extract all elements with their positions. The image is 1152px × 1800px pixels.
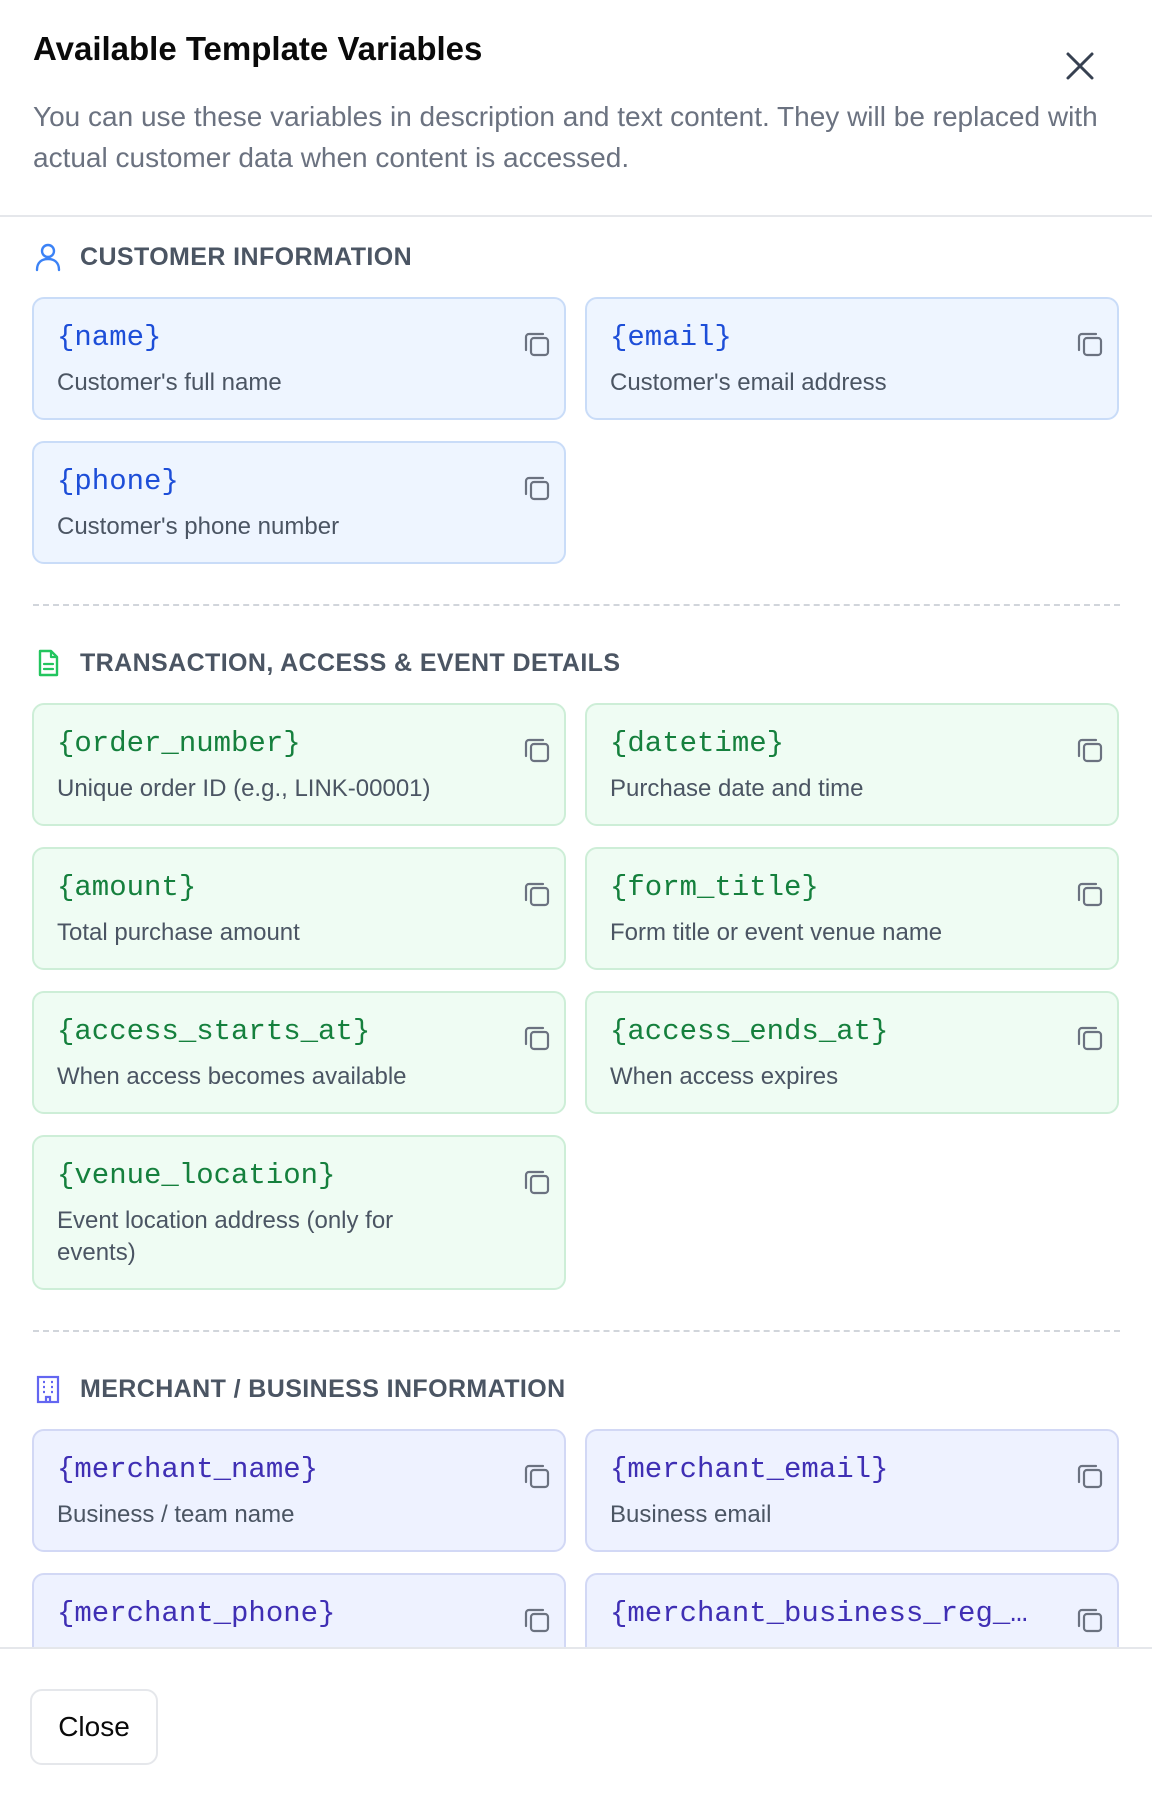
variable-description: Business email xyxy=(610,1501,772,1528)
dialog-title: Available Template Variables xyxy=(33,30,483,67)
user-icon xyxy=(33,242,63,272)
copy-icon[interactable] xyxy=(1075,1605,1105,1635)
copy-icon[interactable] xyxy=(1075,1023,1105,1053)
document-icon xyxy=(33,648,63,678)
variable-description: Customer's email address xyxy=(610,369,887,396)
variable-card[interactable]: {merchant_business_reg_n... xyxy=(585,1573,1119,1647)
variable-token: {order_number} xyxy=(57,727,301,760)
copy-icon[interactable] xyxy=(522,1461,552,1491)
copy-icon[interactable] xyxy=(1075,735,1105,765)
section-divider xyxy=(33,1330,1120,1332)
section-header-merchant: MERCHANT / BUSINESS INFORMATION xyxy=(33,1369,566,1409)
close-icon[interactable] xyxy=(1058,44,1102,88)
copy-icon[interactable] xyxy=(522,473,552,503)
copy-icon[interactable] xyxy=(1075,1461,1105,1491)
variable-description: When access becomes available xyxy=(57,1063,407,1090)
variable-description: When access expires xyxy=(610,1063,839,1090)
variable-token: {email} xyxy=(610,321,732,354)
section-divider xyxy=(33,604,1120,606)
variable-card[interactable]: {form_title} Form title or event venue n… xyxy=(585,847,1119,970)
variable-card[interactable]: {phone} Customer's phone number xyxy=(32,441,566,564)
variable-card[interactable]: {amount} Total purchase amount xyxy=(32,847,566,970)
dialog-subtitle: You can use these variables in descripti… xyxy=(33,101,1098,173)
variable-card[interactable]: {email} Customer's email address xyxy=(585,297,1119,420)
copy-icon[interactable] xyxy=(522,329,552,359)
variable-description: Event location address (only for events) xyxy=(57,1207,394,1266)
variable-description: Form title or event venue name xyxy=(610,919,943,946)
copy-icon[interactable] xyxy=(522,1167,552,1197)
variable-card[interactable]: {merchant_email} Business email xyxy=(585,1429,1119,1552)
variable-description: Business / team name xyxy=(57,1501,295,1528)
copy-icon[interactable] xyxy=(1075,879,1105,909)
section-title: TRANSACTION, ACCESS & EVENT DETAILS xyxy=(80,648,621,677)
variable-card[interactable]: {merchant_name} Business / team name xyxy=(32,1429,566,1552)
variable-token: {venue_location} xyxy=(57,1159,336,1192)
copy-icon[interactable] xyxy=(1075,329,1105,359)
variable-card[interactable]: {order_number} Unique order ID (e.g., LI… xyxy=(32,703,566,826)
building-icon xyxy=(33,1374,63,1404)
variable-description: Purchase date and time xyxy=(610,775,864,802)
template-variables-dialog: Available Template Variables You can use… xyxy=(0,0,1152,1800)
copy-icon[interactable] xyxy=(522,879,552,909)
variable-card[interactable]: {access_ends_at} When access expires xyxy=(585,991,1119,1114)
dialog-header: Available Template Variables You can use… xyxy=(0,0,1152,217)
variable-description: Customer's phone number xyxy=(57,513,340,540)
variable-card[interactable]: {merchant_phone} xyxy=(32,1573,566,1647)
copy-icon[interactable] xyxy=(522,735,552,765)
variable-token: {name} xyxy=(57,321,162,354)
variable-card[interactable]: {name} Customer's full name xyxy=(32,297,566,420)
dialog-body: CUSTOMER INFORMATION {name} Customer's f… xyxy=(0,217,1152,1647)
dialog-footer: Close xyxy=(0,1647,1152,1800)
variable-token: {phone} xyxy=(57,465,179,498)
copy-icon[interactable] xyxy=(522,1023,552,1053)
variable-token: {access_starts_at} xyxy=(57,1015,371,1048)
variable-card[interactable]: {access_starts_at} When access becomes a… xyxy=(32,991,566,1114)
variable-token: {merchant_phone} xyxy=(57,1597,336,1630)
close-button[interactable]: Close xyxy=(30,1689,158,1765)
variable-description: Unique order ID (e.g., LINK-00001) xyxy=(57,775,431,802)
copy-icon[interactable] xyxy=(522,1605,552,1635)
variable-token: {datetime} xyxy=(610,727,785,760)
variable-description: Customer's full name xyxy=(57,369,282,396)
variable-token: {access_ends_at} xyxy=(610,1015,889,1048)
section-title: MERCHANT / BUSINESS INFORMATION xyxy=(80,1374,566,1403)
variable-token: {merchant_email} xyxy=(610,1453,889,1486)
variable-token: {form_title} xyxy=(610,871,819,904)
variable-description: Total purchase amount xyxy=(57,919,300,946)
section-title: CUSTOMER INFORMATION xyxy=(80,242,413,271)
variable-token: {amount} xyxy=(57,871,197,904)
variable-token: {merchant_business_reg_n... xyxy=(610,1597,1030,1630)
section-header-transaction: TRANSACTION, ACCESS & EVENT DETAILS xyxy=(33,643,620,683)
variable-token: {merchant_name} xyxy=(57,1453,319,1486)
variable-card[interactable]: {venue_location} Event location address … xyxy=(32,1135,566,1290)
variable-card[interactable]: {datetime} Purchase date and time xyxy=(585,703,1119,826)
section-header-customer: CUSTOMER INFORMATION xyxy=(33,237,412,277)
